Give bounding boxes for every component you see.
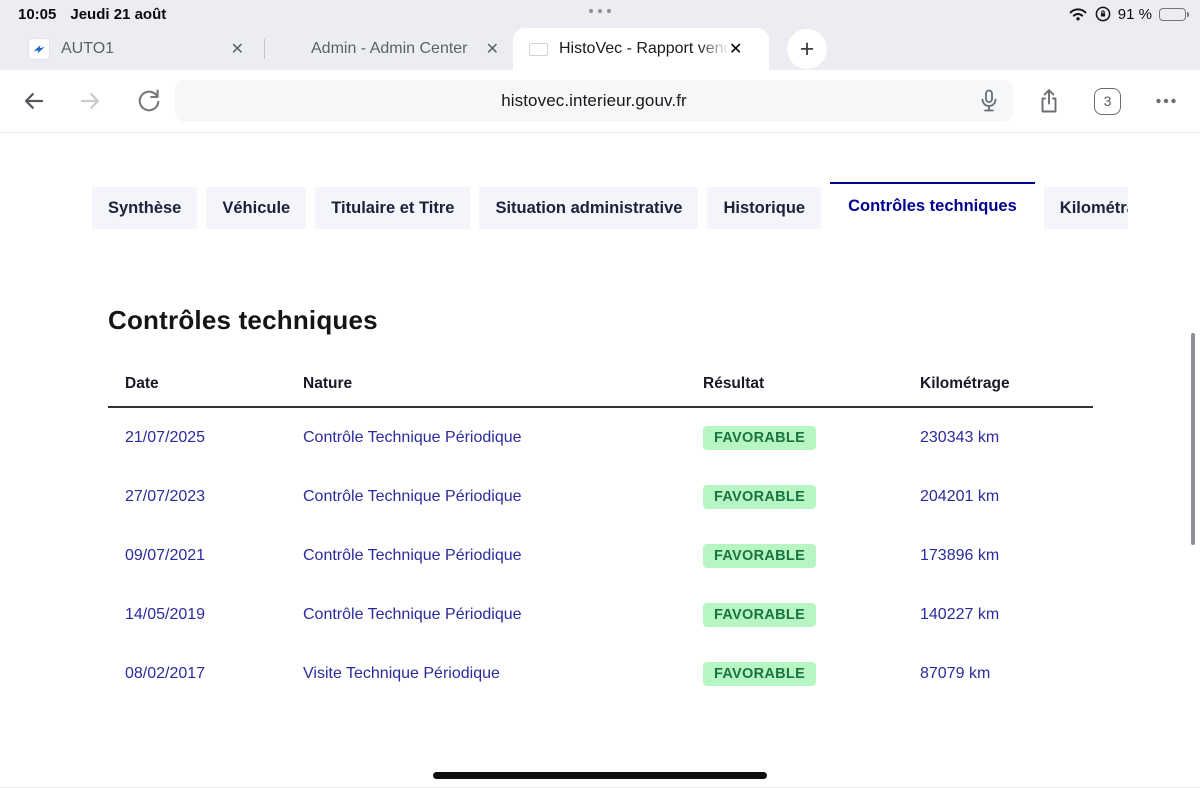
browser-tab-title: AUTO1 xyxy=(61,40,114,58)
tab-vehicule[interactable]: Véhicule xyxy=(206,187,306,229)
multitask-dots-icon[interactable] xyxy=(0,9,1200,13)
tab-titulaire-et-titre[interactable]: Titulaire et Titre xyxy=(315,187,470,229)
browser-tab-admin[interactable]: Admin - Admin Center ✕ xyxy=(271,28,513,70)
browser-chrome: 10:05 Jeudi 21 août 91 % AUTO1 xyxy=(0,0,1200,70)
cell-date: 08/02/2017 xyxy=(108,665,286,683)
cell-kilometrage: 204201 km xyxy=(903,488,1093,506)
browser-tab-title: HistoVec - Rapport vend xyxy=(559,40,729,58)
close-tab-icon[interactable]: ✕ xyxy=(482,39,503,59)
table-row: 14/05/2019 Contrôle Technique Périodique… xyxy=(108,585,1093,644)
cell-kilometrage: 230343 km xyxy=(903,429,1093,447)
cell-nature: Contrôle Technique Périodique xyxy=(286,429,686,447)
french-flag-favicon xyxy=(529,43,548,56)
cell-date: 21/07/2025 xyxy=(108,429,286,447)
browser-tab-histovec-active[interactable]: HistoVec - Rapport vend ✕ xyxy=(513,28,769,70)
table-header-row: Date Nature Résultat Kilométrage xyxy=(108,362,1093,408)
cell-nature: Contrôle Technique Périodique xyxy=(286,547,686,565)
histovec-page: Synthèse Véhicule Titulaire et Titre Sit… xyxy=(0,133,1200,788)
share-icon[interactable] xyxy=(1035,87,1063,115)
battery-icon xyxy=(1159,8,1186,21)
cell-nature: Visite Technique Périodique xyxy=(286,665,686,683)
status-badge: FAVORABLE xyxy=(703,662,816,686)
cell-date: 14/05/2019 xyxy=(108,606,286,624)
admin-favicon xyxy=(281,40,300,59)
cell-kilometrage: 140227 km xyxy=(903,606,1093,624)
close-tab-icon[interactable]: ✕ xyxy=(227,39,248,59)
back-button[interactable] xyxy=(19,87,47,115)
battery-percent-label: 91 % xyxy=(1118,6,1152,23)
cell-nature: Contrôle Technique Périodique xyxy=(286,606,686,624)
cell-kilometrage: 173896 km xyxy=(903,547,1093,565)
cell-resultat: FAVORABLE xyxy=(686,662,903,686)
status-badge: FAVORABLE xyxy=(703,426,816,450)
orientation-lock-icon xyxy=(1095,6,1111,22)
close-tab-icon[interactable]: ✕ xyxy=(729,39,742,59)
address-bar[interactable]: histovec.interieur.gouv.fr xyxy=(175,80,1013,122)
report-section-tabs: Synthèse Véhicule Titulaire et Titre Sit… xyxy=(92,181,1128,229)
cell-resultat: FAVORABLE xyxy=(686,485,903,509)
new-tab-button[interactable]: + xyxy=(787,29,827,69)
reload-button[interactable] xyxy=(135,87,163,115)
cell-date: 09/07/2021 xyxy=(108,547,286,565)
cell-resultat: FAVORABLE xyxy=(686,603,903,627)
cell-resultat: FAVORABLE xyxy=(686,426,903,450)
tab-situation-administrative[interactable]: Situation administrative xyxy=(479,187,698,229)
cell-nature: Contrôle Technique Périodique xyxy=(286,488,686,506)
table-row: 21/07/2025 Contrôle Technique Périodique… xyxy=(108,408,1093,467)
inspections-table: Date Nature Résultat Kilométrage 21/07/2… xyxy=(108,362,1093,703)
table-row: 27/07/2023 Contrôle Technique Périodique… xyxy=(108,467,1093,526)
auto1-favicon xyxy=(28,38,50,60)
col-header-kilometrage: Kilométrage xyxy=(903,375,1093,393)
tab-controles-techniques[interactable]: Contrôles techniques xyxy=(830,182,1035,229)
browser-tab-title: Admin - Admin Center xyxy=(311,40,468,58)
cell-kilometrage: 87079 km xyxy=(903,665,1093,683)
cell-date: 27/07/2023 xyxy=(108,488,286,506)
url-text: histovec.interieur.gouv.fr xyxy=(501,91,687,111)
toolbar-right-actions: 3 xyxy=(1035,87,1180,115)
forward-button[interactable] xyxy=(77,87,105,115)
status-badge: FAVORABLE xyxy=(703,485,816,509)
more-menu-icon[interactable] xyxy=(1152,87,1180,115)
wifi-icon xyxy=(1068,7,1088,21)
col-header-date: Date xyxy=(108,375,286,393)
page-title: Contrôles techniques xyxy=(108,305,378,336)
tab-kilometrage[interactable]: Kilométrage xyxy=(1044,187,1128,229)
tab-historique[interactable]: Historique xyxy=(707,187,821,229)
status-bar: 10:05 Jeudi 21 août 91 % xyxy=(0,0,1200,28)
cell-resultat: FAVORABLE xyxy=(686,544,903,568)
ipad-safari-screen: 10:05 Jeudi 21 août 91 % AUTO1 xyxy=(0,0,1200,788)
browser-tab-strip: AUTO1 ✕ Admin - Admin Center ✕ HistoVec … xyxy=(0,28,1200,70)
col-header-nature: Nature xyxy=(286,375,686,393)
tab-overview-button[interactable]: 3 xyxy=(1094,88,1121,115)
table-row: 09/07/2021 Contrôle Technique Périodique… xyxy=(108,526,1093,585)
col-header-resultat: Résultat xyxy=(686,375,903,393)
tab-synthese[interactable]: Synthèse xyxy=(92,187,197,229)
tab-divider xyxy=(264,39,265,59)
status-right: 91 % xyxy=(1068,0,1186,28)
url-toolbar: histovec.interieur.gouv.fr 3 xyxy=(0,70,1200,133)
status-badge: FAVORABLE xyxy=(703,603,816,627)
table-row: 08/02/2017 Visite Technique Périodique F… xyxy=(108,644,1093,703)
vertical-scrollbar[interactable] xyxy=(1191,333,1195,545)
status-badge: FAVORABLE xyxy=(703,544,816,568)
status-left: 10:05 Jeudi 21 août xyxy=(18,0,166,28)
home-indicator[interactable] xyxy=(433,772,767,779)
microphone-icon[interactable] xyxy=(975,87,1003,115)
browser-tab-auto1[interactable]: AUTO1 ✕ xyxy=(18,28,258,70)
